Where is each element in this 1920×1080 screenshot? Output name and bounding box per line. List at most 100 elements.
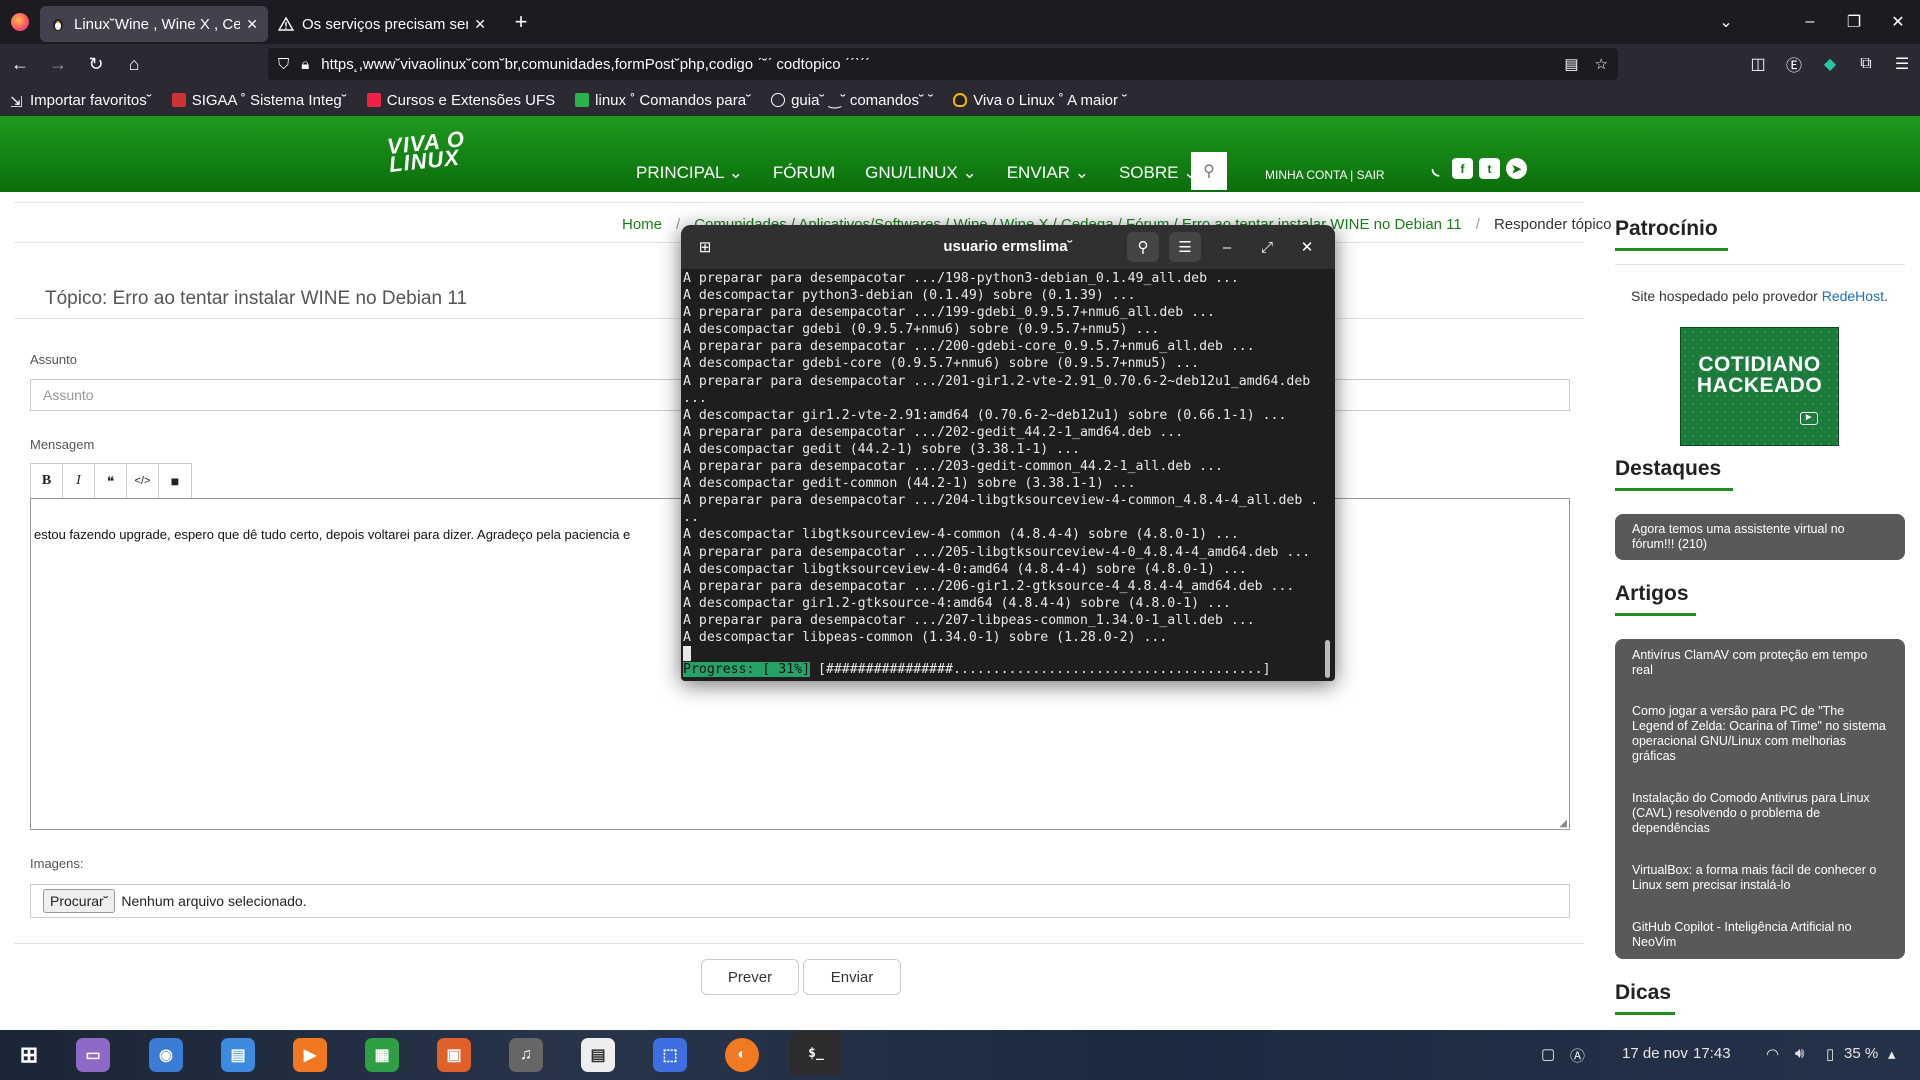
tray-input-icon[interactable]: Ⓐ bbox=[1570, 1045, 1585, 1066]
site-logo[interactable]: VIVA O LINUX bbox=[386, 126, 467, 177]
bookmark-guia[interactable]: guia˘ ‿˘ comandos˘ ˘ bbox=[771, 91, 933, 109]
extensions-puzzle-icon[interactable]: ⧉ bbox=[1848, 55, 1884, 73]
artigo-item[interactable]: Instalação do Comodo Antivirus para Linu… bbox=[1615, 791, 1905, 836]
menu-hamburger-icon[interactable]: ☰ bbox=[1884, 54, 1920, 74]
progress-bar: [################.......................… bbox=[810, 662, 1271, 677]
artigo-item[interactable]: Antivírus ClamAV com proteção em tempo r… bbox=[1615, 648, 1905, 678]
twitter-icon[interactable]: t bbox=[1479, 158, 1500, 179]
site-search-icon[interactable]: ⚲ bbox=[1191, 152, 1227, 190]
artigo-item[interactable]: Como jogar a versão para PC de "The Lege… bbox=[1615, 704, 1905, 764]
pocket-icon[interactable]: ◫ bbox=[1740, 54, 1776, 74]
terminal-minimize-button[interactable]: – bbox=[1211, 232, 1243, 262]
bookmark-cursos[interactable]: Cursos e Extensões UFS bbox=[366, 92, 555, 109]
video-button[interactable]: ■ bbox=[159, 464, 191, 498]
artigo-item[interactable]: VirtualBox: a forma mais fácil de conhec… bbox=[1615, 863, 1905, 893]
terminal-scrollbar[interactable] bbox=[1325, 640, 1330, 678]
wifi-icon[interactable]: ◠ bbox=[1766, 1045, 1779, 1063]
tray-expand-icon[interactable]: ▴ bbox=[1888, 1045, 1896, 1063]
tab-list-chevron-icon[interactable]: ⌄ bbox=[1704, 12, 1748, 32]
close-tab-icon[interactable]: ✕ bbox=[474, 16, 486, 33]
redehost-link[interactable]: RedeHost bbox=[1822, 288, 1884, 304]
terminal-output[interactable]: A preparar para desempacotar .../198-pyt… bbox=[683, 270, 1318, 646]
tray-date[interactable]: 17 de nov bbox=[1622, 1045, 1688, 1062]
tray-time[interactable]: 17:43 bbox=[1693, 1045, 1731, 1062]
reader-view-icon[interactable]: ▤ bbox=[1564, 55, 1578, 73]
text-editor-icon[interactable]: ▤ bbox=[221, 1038, 255, 1072]
screen-capture-icon[interactable]: ⬚ bbox=[653, 1038, 687, 1072]
nav-sobre[interactable]: SOBRE ⌄ bbox=[1119, 163, 1197, 183]
play-icon: ▶ bbox=[1800, 412, 1818, 425]
close-window-button[interactable]: ✕ bbox=[1876, 12, 1920, 32]
new-tab-button[interactable]: + bbox=[506, 9, 536, 35]
bookmark-sigaa[interactable]: SIGAA ˚ Sistema Integ˘ bbox=[171, 92, 347, 109]
terminal-maximize-button[interactable]: ⤢ bbox=[1251, 232, 1283, 262]
volume-icon[interactable]: 🔊︎ bbox=[1795, 1045, 1804, 1062]
app-grid-icon[interactable]: ⊞ bbox=[12, 1038, 46, 1072]
cotidiano-hackeado-banner[interactable]: COTIDIANO HACKEADO ▶ bbox=[1680, 327, 1839, 446]
site-header: VIVA O LINUX PRINCIPAL ⌄ FÓRUM GNU/LINUX … bbox=[0, 116, 1920, 192]
terminal-line: A descompactar gdebi (0.9.5.7+nmu6) sobr… bbox=[683, 322, 1160, 338]
terminal-taskbar-icon[interactable]: $_ bbox=[790, 1031, 842, 1075]
tab-linux-wine[interactable]: Linux˘Wine , Wine X , Ce ✕ bbox=[40, 6, 268, 42]
firefox-icon[interactable]: ◐ bbox=[725, 1038, 759, 1072]
artigo-item[interactable]: GitHub Copilot - Inteligência Artificial… bbox=[1615, 920, 1905, 950]
facebook-icon[interactable]: f bbox=[1452, 158, 1473, 179]
preview-button[interactable]: Prever bbox=[701, 959, 799, 995]
url-bar[interactable]: ⛉ 🔒︎ https˛,www˘vivaolinux˘com˘br,comuni… bbox=[268, 48, 1618, 80]
firefox-menu-icon[interactable] bbox=[0, 0, 40, 44]
home-icon[interactable]: ⌂ bbox=[116, 48, 152, 80]
file-input[interactable]: Procurar˘ Nenhum arquivo selecionado. bbox=[30, 884, 1570, 918]
terminal-line: A descompactar gir1.2-gtksource-4:amd64 … bbox=[683, 595, 1231, 611]
terminal-menu-icon[interactable]: ☰ bbox=[1169, 232, 1201, 262]
music-icon[interactable]: ♫ bbox=[509, 1038, 543, 1072]
bookmark-linux[interactable]: linux ˚ Comandos para˘ bbox=[575, 92, 751, 109]
reload-icon[interactable]: ↻ bbox=[78, 48, 114, 80]
account-links[interactable]: MINHA CONTA | SAIR bbox=[1265, 168, 1385, 182]
software-store-icon[interactable]: ▤ bbox=[581, 1038, 615, 1072]
nav-principal[interactable]: PRINCIPAL ⌄ bbox=[636, 163, 743, 183]
bookmark-star-icon[interactable]: ☆ bbox=[1595, 55, 1608, 73]
resize-handle-icon[interactable]: ◢ bbox=[1559, 818, 1567, 829]
bold-button[interactable]: B bbox=[31, 464, 63, 498]
bookmark-viva-o-linux[interactable]: Viva o Linux ˚ A maior ˘ bbox=[953, 92, 1127, 109]
terminal-line: A descompactar gdebi-core (0.9.5.7+nmu6)… bbox=[683, 356, 1200, 372]
send-button[interactable]: Enviar bbox=[803, 959, 901, 995]
code-button[interactable]: </> bbox=[127, 464, 159, 498]
terminal-search-icon[interactable]: ⚲ bbox=[1127, 232, 1159, 262]
spreadsheet-icon[interactable]: ▦ bbox=[365, 1038, 399, 1072]
account-icon[interactable]: Ⓔ bbox=[1776, 52, 1812, 76]
restore-button[interactable]: ❐ bbox=[1832, 12, 1876, 32]
terminal-line: A descompactar python3-debian (0.1.49) s… bbox=[683, 288, 1136, 304]
italic-button[interactable]: I bbox=[63, 464, 95, 498]
screenshot-icon[interactable]: ◉ bbox=[149, 1038, 183, 1072]
extension-badge-icon[interactable]: ◆ bbox=[1812, 54, 1848, 74]
close-tab-icon[interactable]: ✕ bbox=[246, 16, 258, 33]
tab-servicos[interactable]: Os serviços precisam ser ✕ bbox=[268, 6, 496, 42]
back-arrow-icon[interactable]: ← bbox=[2, 48, 38, 80]
import-icon: ⇲ bbox=[10, 94, 23, 111]
nav-gnu-linux[interactable]: GNU/LINUX ⌄ bbox=[865, 163, 977, 183]
terminal-header[interactable]: ⊞ usuario ermslima˘ ⚲ ☰ – ⤢ ✕ bbox=[681, 225, 1335, 269]
shield-icon[interactable]: ⛉ bbox=[278, 56, 289, 73]
nav-enviar[interactable]: ENVIAR ⌄ bbox=[1007, 163, 1089, 183]
presentation-icon[interactable]: ▣ bbox=[437, 1038, 471, 1072]
rss-icon[interactable]: ◟ bbox=[1425, 158, 1446, 179]
files-icon[interactable]: ▭ bbox=[76, 1038, 110, 1072]
tray-screen-icon[interactable]: ▢ bbox=[1541, 1045, 1555, 1063]
minimize-button[interactable]: – bbox=[1788, 13, 1832, 31]
battery-icon[interactable]: ▯ bbox=[1826, 1045, 1834, 1063]
terminal-window[interactable]: ⊞ usuario ermslima˘ ⚲ ☰ – ⤢ ✕ A preparar… bbox=[681, 225, 1335, 681]
quote-button[interactable]: ❝ bbox=[95, 464, 127, 498]
browse-button[interactable]: Procurar˘ bbox=[43, 889, 116, 913]
media-player-icon[interactable]: ▶ bbox=[293, 1038, 327, 1072]
form-bottom-divider bbox=[14, 943, 1584, 944]
destaque-item[interactable]: Agora temos uma assistente virtual no fó… bbox=[1615, 522, 1905, 552]
telegram-icon[interactable]: ➤ bbox=[1506, 158, 1527, 179]
nav-forum[interactable]: FÓRUM bbox=[773, 163, 835, 183]
url-text[interactable]: https˛,www˘vivaolinux˘com˘br,comunidades… bbox=[321, 56, 1564, 73]
terminal-close-button[interactable]: ✕ bbox=[1291, 232, 1323, 262]
breadcrumb-home[interactable]: Home bbox=[622, 216, 662, 233]
lock-icon[interactable]: 🔒︎ bbox=[301, 56, 309, 73]
forward-arrow-icon[interactable]: → bbox=[40, 48, 76, 80]
bookmark-importar[interactable]: ⇲ Importar favoritos˘ bbox=[10, 92, 152, 112]
